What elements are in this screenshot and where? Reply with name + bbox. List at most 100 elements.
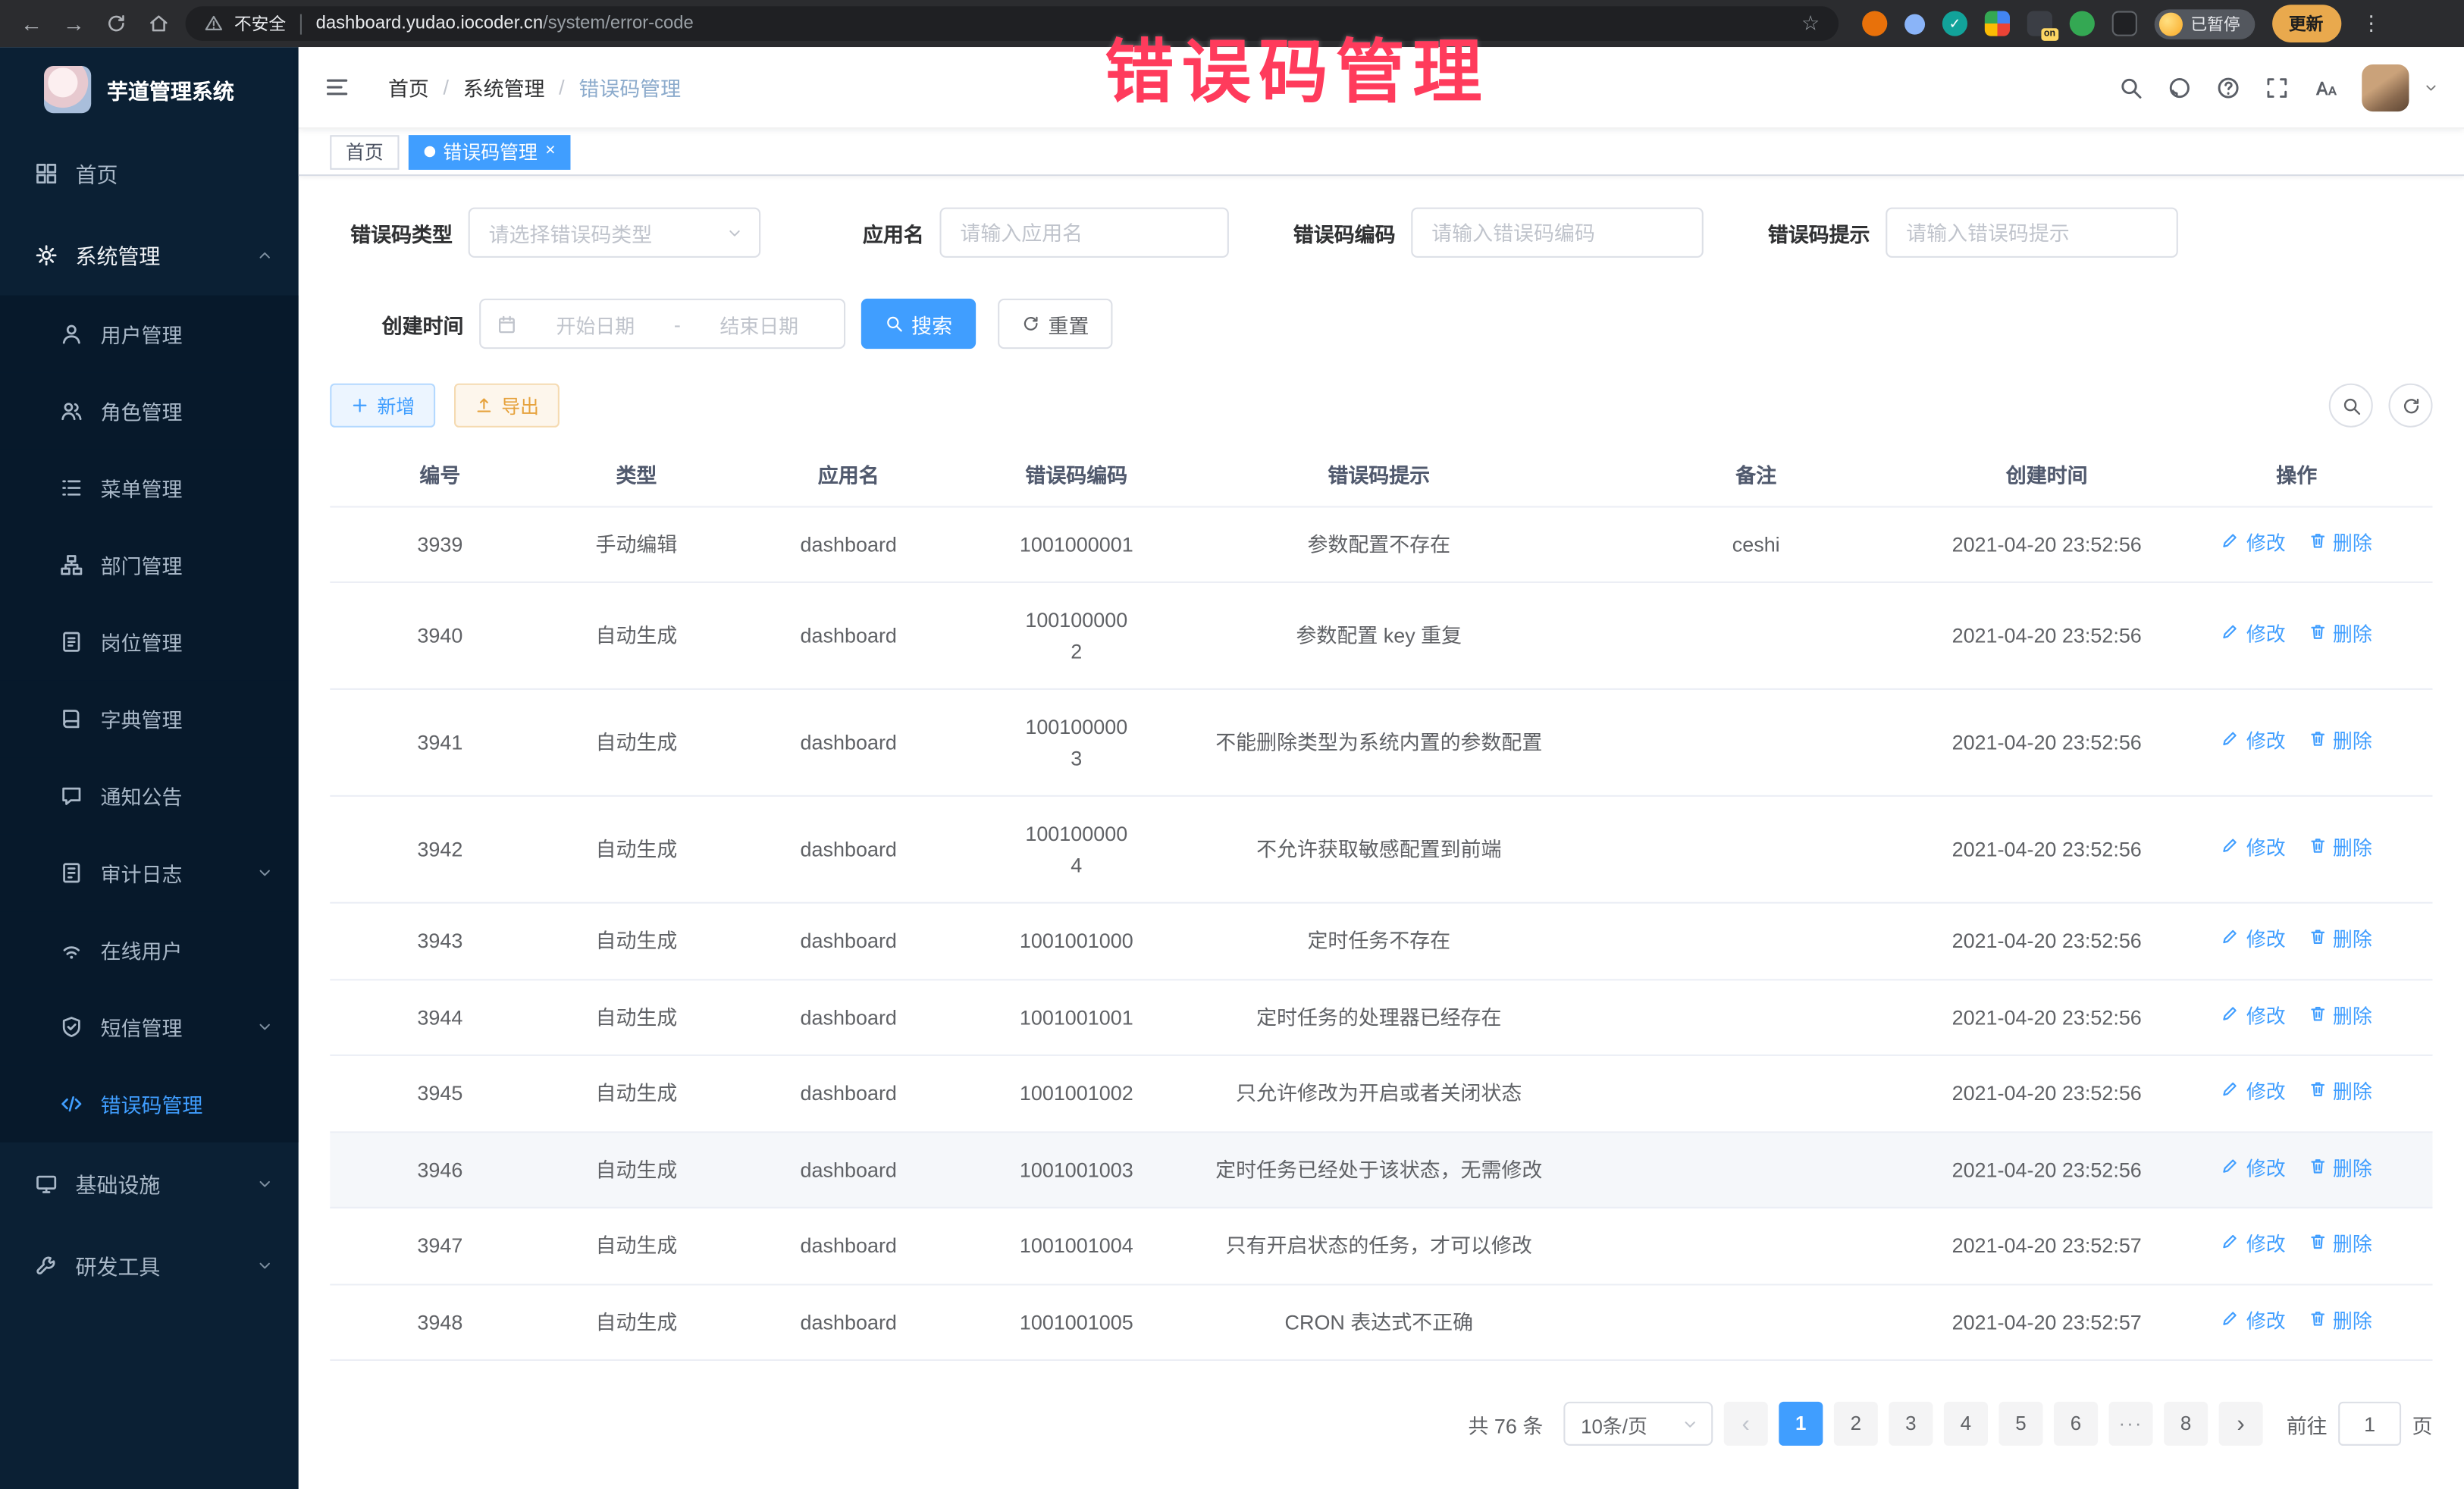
delete-link[interactable]: 删除 (2308, 1307, 2372, 1337)
edit-link[interactable]: 修改 (2221, 1002, 2286, 1032)
browser-update-button[interactable]: 更新 (2271, 5, 2340, 42)
user-avatar[interactable] (2362, 64, 2409, 111)
sidebar-item-sms[interactable]: 短信管理 (0, 989, 299, 1066)
bookmark-star-icon[interactable]: ☆ (1801, 11, 1820, 36)
extension-icon[interactable] (1862, 11, 1887, 36)
tab-close-icon[interactable]: × (545, 143, 555, 161)
edit-link[interactable]: 修改 (2221, 1231, 2286, 1261)
sidebar-item-role[interactable]: 角色管理 (0, 372, 299, 450)
extension-icon[interactable] (1904, 14, 1925, 34)
reset-button[interactable]: 重置 (998, 299, 1112, 349)
sidebar-item-system[interactable]: 系统管理 (0, 214, 299, 296)
help-icon[interactable] (2216, 74, 2241, 99)
delete-link[interactable]: 删除 (2308, 728, 2372, 757)
fullscreen-icon[interactable] (2265, 74, 2290, 99)
reload-button[interactable] (101, 8, 132, 39)
table-cell (1579, 919, 1933, 963)
error-type-select[interactable]: 请选择错误码类型 (469, 208, 761, 258)
page-button-5[interactable]: 5 (1998, 1402, 2042, 1446)
page-button-3[interactable]: 3 (1889, 1402, 1933, 1446)
column-header: 应用名 (723, 447, 974, 506)
sidebar-item-menu[interactable]: 菜单管理 (0, 450, 299, 527)
sidebar-item-post[interactable]: 岗位管理 (0, 603, 299, 681)
page-button-1[interactable]: 1 (1779, 1402, 1823, 1446)
delete-link[interactable]: 删除 (2308, 529, 2372, 559)
edit-link[interactable]: 修改 (2221, 1079, 2286, 1108)
font-size-icon[interactable] (2313, 74, 2338, 99)
sidebar-item-home[interactable]: 首页 (0, 132, 299, 214)
search-button[interactable]: 搜索 (861, 299, 976, 349)
delete-link[interactable]: 删除 (2308, 835, 2372, 864)
error-code-input[interactable] (1411, 208, 1704, 258)
sidebar-item-devtool[interactable]: 研发工具 (0, 1224, 299, 1306)
extension-icon[interactable] (2070, 11, 2095, 36)
sidebar-item-online[interactable]: 在线用户 (0, 911, 299, 989)
sidebar-item-user[interactable]: 用户管理 (0, 296, 299, 373)
sidebar-item-dept[interactable]: 部门管理 (0, 526, 299, 603)
edit-link[interactable]: 修改 (2221, 926, 2286, 956)
tab-首页[interactable]: 首页 (330, 134, 399, 169)
search-icon[interactable] (2118, 74, 2143, 99)
emoji-avatar-icon (2159, 12, 2183, 36)
forward-button[interactable]: → (58, 8, 89, 39)
edit-link[interactable]: 修改 (2221, 1155, 2286, 1184)
edit-link[interactable]: 修改 (2221, 529, 2286, 559)
table-cell: dashboard (723, 1056, 974, 1130)
github-icon[interactable] (2167, 74, 2192, 99)
edit-link[interactable]: 修改 (2221, 835, 2286, 864)
calendar-icon (497, 314, 517, 334)
extension-icon[interactable]: ✓ (1942, 11, 1967, 36)
sidebar-toggle[interactable] (324, 74, 350, 100)
extension-icon[interactable]: on (2027, 11, 2052, 36)
delete-link[interactable]: 删除 (2308, 1002, 2372, 1032)
sidebar-item-audit[interactable]: 审计日志 (0, 835, 299, 912)
sidebar-item-infra[interactable]: 基础设施 (0, 1143, 299, 1224)
add-button[interactable]: 新增 (330, 384, 435, 428)
address-bar[interactable]: 不安全 dashboard.yudao.iocoder.cn/system/er… (186, 6, 1839, 41)
more-pages-button[interactable]: ··· (2108, 1402, 2152, 1446)
page-size-select[interactable]: 10条/页 (1563, 1402, 1713, 1446)
table-cell: dashboard (723, 506, 974, 581)
home-button[interactable] (143, 8, 174, 39)
browser-menu-icon[interactable]: ⋮ (2361, 11, 2381, 36)
error-msg-input[interactable] (1886, 208, 2178, 258)
edit-link[interactable]: 修改 (2221, 728, 2286, 757)
delete-link[interactable]: 删除 (2308, 1079, 2372, 1108)
edit-link[interactable]: 修改 (2221, 621, 2286, 650)
sidebar-item-notice[interactable]: 通知公告 (0, 757, 299, 835)
goto-page-input[interactable] (2338, 1402, 2401, 1446)
delete-link[interactable]: 删除 (2308, 621, 2372, 650)
caret-down-icon[interactable] (2423, 80, 2439, 96)
back-button[interactable]: ← (16, 8, 47, 39)
page-button-2[interactable]: 2 (1834, 1402, 1878, 1446)
page-button-8[interactable]: 8 (2164, 1402, 2208, 1446)
extension-icon[interactable] (2112, 11, 2137, 36)
tab-错误码管理[interactable]: 错误码管理× (409, 134, 571, 169)
breadcrumb-item[interactable]: 首页 (388, 72, 429, 102)
page-button-6[interactable]: 6 (2054, 1402, 2098, 1446)
edit-link[interactable]: 修改 (2221, 1307, 2286, 1337)
delete-link[interactable]: 删除 (2308, 926, 2372, 956)
delete-link[interactable]: 删除 (2308, 1155, 2372, 1184)
app-logo[interactable]: 芋道管理系统 (0, 47, 299, 132)
extension-icon[interactable] (1985, 11, 2010, 36)
page-button-4[interactable]: 4 (1944, 1402, 1988, 1446)
next-page-button[interactable]: › (2219, 1402, 2263, 1446)
table-row: 3940自动生成dashboard100100000 2参数配置 key 重复2… (330, 583, 2432, 690)
create-time-range-picker[interactable]: 开始日期 - 结束日期 (479, 299, 845, 349)
export-button[interactable]: 导出 (454, 384, 560, 428)
table-cell (1579, 720, 1933, 764)
paused-extension-badge[interactable]: 已暂停 (2155, 8, 2255, 38)
table-cell: dashboard (723, 1284, 974, 1359)
refresh-table-button[interactable] (2389, 384, 2433, 428)
app-name-input[interactable] (939, 208, 1228, 258)
show-search-toggle[interactable] (2329, 384, 2373, 428)
sidebar-item-errorcode[interactable]: 错误码管理 (0, 1065, 299, 1143)
delete-link[interactable]: 删除 (2308, 1231, 2372, 1261)
prev-page-button[interactable]: ‹ (1724, 1402, 1768, 1446)
breadcrumb-item[interactable]: 系统管理 (463, 72, 545, 102)
row-actions: 修改删除 (2161, 706, 2433, 779)
sidebar-item-dict[interactable]: 字典管理 (0, 680, 299, 757)
on-badge: on (2041, 28, 2059, 41)
table-cell: 3940 (330, 598, 550, 672)
